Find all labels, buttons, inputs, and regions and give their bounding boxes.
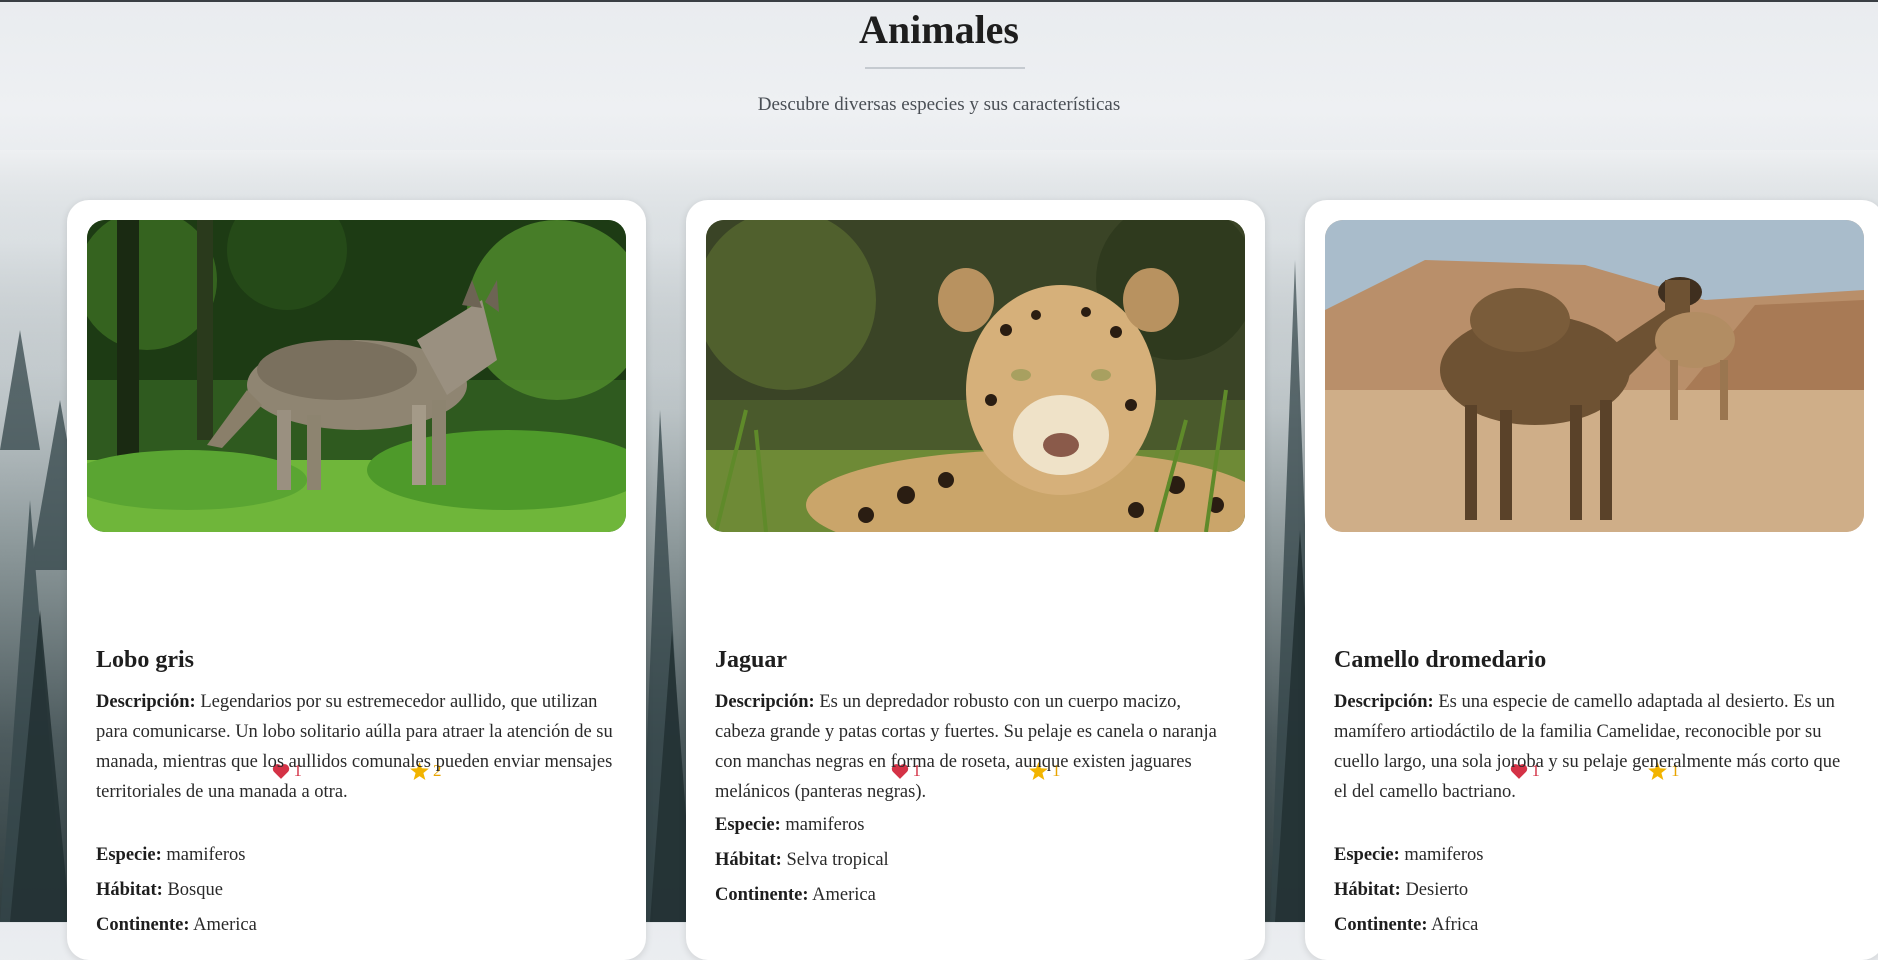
animal-habitat: Hábitat: Bosque <box>96 880 223 901</box>
habitat-label: Hábitat: <box>715 850 782 870</box>
species-value: mamiferos <box>785 815 865 835</box>
title-underline <box>865 67 1025 69</box>
animal-description: Descripción: Es una especie de camello a… <box>1334 687 1854 807</box>
animal-card-jaguar: 1 1 Jaguar Descripción: Es un depredador… <box>686 200 1265 960</box>
animal-species: Especie: mamiferos <box>1334 845 1484 866</box>
animal-habitat: Hábitat: Selva tropical <box>715 850 889 871</box>
habitat-value: Desierto <box>1405 880 1469 900</box>
habitat-label: Hábitat: <box>96 880 163 900</box>
animal-photo-wolf <box>87 220 626 532</box>
continent-value: America <box>812 885 876 905</box>
habitat-value: Selva tropical <box>786 850 889 870</box>
page-subtitle: Descubre diversas especies y sus caracte… <box>757 94 1121 115</box>
species-value: mamiferos <box>166 845 246 865</box>
animal-description: Descripción: Es un depredador robusto co… <box>715 687 1235 807</box>
animal-name: Jaguar <box>715 647 787 673</box>
species-value: mamiferos <box>1404 845 1484 865</box>
continent-value: Africa <box>1431 915 1479 935</box>
habitat-label: Hábitat: <box>1334 880 1401 900</box>
description-label: Descripción: <box>96 692 196 712</box>
animal-species: Especie: mamiferos <box>715 815 865 836</box>
animal-continent: Continente: Africa <box>1334 915 1478 936</box>
animal-species: Especie: mamiferos <box>96 845 246 866</box>
animal-continent: Continente: America <box>96 915 257 936</box>
animal-continent: Continente: America <box>715 885 876 906</box>
animal-habitat: Hábitat: Desierto <box>1334 880 1468 901</box>
description-label: Descripción: <box>1334 692 1434 712</box>
animal-card-lobo-gris: 1 2 Lobo gris Descripción: Legendarios p… <box>67 200 646 960</box>
animal-photo-camel <box>1325 220 1864 532</box>
animal-name: Lobo gris <box>96 647 195 673</box>
continent-value: America <box>193 915 257 935</box>
window-top-edge <box>0 0 1878 2</box>
species-label: Especie: <box>715 815 781 835</box>
animal-photo-jaguar <box>706 220 1245 532</box>
continent-label: Continente: <box>1334 915 1428 935</box>
continent-label: Continente: <box>715 885 809 905</box>
species-label: Especie: <box>96 845 162 865</box>
description-label: Descripción: <box>715 692 815 712</box>
animal-card-camello-dromedario: 1 1 Camello dromedario Descripción: Es u… <box>1305 200 1878 960</box>
page-title: Animales <box>859 7 1019 52</box>
habitat-value: Bosque <box>167 880 223 900</box>
animal-name: Camello dromedario <box>1334 647 1547 673</box>
continent-label: Continente: <box>96 915 190 935</box>
species-label: Especie: <box>1334 845 1400 865</box>
animal-description: Descripción: Legendarios por su estremec… <box>96 687 616 807</box>
